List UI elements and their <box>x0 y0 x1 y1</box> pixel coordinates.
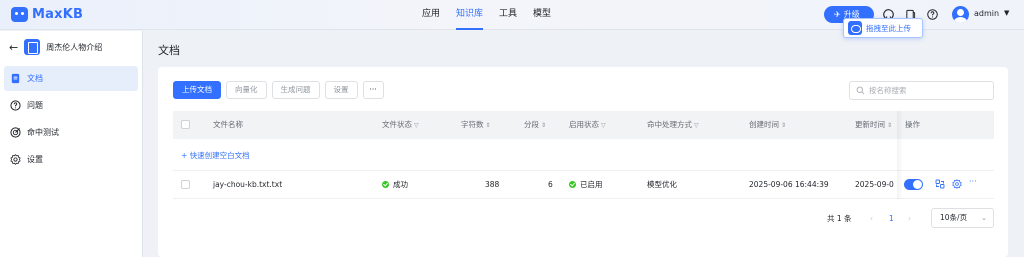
column-chars-label: 字符数 <box>461 120 484 129</box>
sort-icon[interactable]: ⇕ <box>781 122 786 129</box>
prev-page-icon[interactable]: ‹ <box>870 209 873 228</box>
sidebar-item-label: 命中测试 <box>27 128 59 137</box>
cell-status-label: 成功 <box>393 180 408 189</box>
sort-icon[interactable]: ⇕ <box>486 122 491 129</box>
next-page-icon[interactable]: › <box>908 209 911 228</box>
filter-icon[interactable]: ▽ <box>414 122 419 129</box>
filter-icon[interactable]: ▽ <box>601 122 606 129</box>
documents-card: 上传文档 向量化 生成问题 设置 ··· 文件名称 文件状态▽ 字符数⇕ 分段⇕… <box>158 67 1008 257</box>
nav-item-knowledge[interactable]: 知识库 <box>456 0 484 30</box>
cell-enable-status-label: 已启用 <box>580 180 603 189</box>
vectorize-button[interactable]: 向量化 <box>226 81 267 99</box>
cell-name[interactable]: jay-chou-kb.txt.txt <box>213 171 282 198</box>
column-actions-label: 操作 <box>905 120 920 129</box>
column-actions: 操作 <box>905 111 920 139</box>
cell-segments: 6 <box>548 180 553 189</box>
sidebar-item-label: 文档 <box>27 74 43 83</box>
sidebar-item-questions[interactable]: 问题 <box>4 93 138 118</box>
column-created[interactable]: 创建时间 ⇕ <box>749 111 786 139</box>
logo-icon <box>11 7 28 22</box>
column-status[interactable]: 文件状态 ▽ <box>382 111 419 139</box>
cell-hit-handling: 模型优化 <box>647 180 677 189</box>
page-number[interactable]: 1 <box>889 209 894 228</box>
help-icon[interactable] <box>927 9 938 20</box>
check-circle-icon <box>569 181 576 188</box>
cell-enable-status: 已启用 <box>569 171 603 198</box>
column-status-label: 文件状态 <box>382 120 412 129</box>
sidebar: ← 周杰伦人物介绍 文档 问题 命中测试 设置 <box>0 31 143 257</box>
nav-item-models[interactable]: 模型 <box>533 0 551 30</box>
cloud-upload-icon <box>848 21 862 35</box>
column-enable-status-label: 启用状态 <box>569 120 599 129</box>
username[interactable]: admin <box>974 9 999 18</box>
sidebar-menu: 文档 问题 命中测试 设置 <box>4 66 138 174</box>
sort-icon[interactable]: ⇕ <box>887 122 892 129</box>
gear-icon <box>10 154 21 165</box>
rocket-icon: ✈ <box>834 10 841 19</box>
cell-updated: 2025-09-0 <box>855 180 894 189</box>
column-chars[interactable]: 字符数 ⇕ <box>461 111 491 139</box>
select-all-checkbox[interactable] <box>181 120 190 129</box>
gear-icon[interactable] <box>952 179 962 189</box>
column-name-label: 文件名称 <box>213 120 243 129</box>
search-input[interactable] <box>869 86 989 95</box>
pagination-total: 共 1 条 <box>827 214 852 223</box>
knowledge-header: ← 周杰伦人物介绍 <box>9 39 102 55</box>
drag-upload-widget[interactable]: 拖拽至此上传 <box>843 18 923 38</box>
column-updated[interactable]: 更新时间 ⇕ <box>855 111 892 139</box>
search-icon <box>856 86 865 95</box>
success-icon <box>382 181 389 188</box>
app-logo[interactable]: MaxKB <box>11 7 83 22</box>
page-size-select[interactable]: 10条/页 ⌄ <box>931 208 994 228</box>
table-row[interactable]: jay-chou-kb.txt.txt 成功 388 6 已启用 模型优化 20… <box>173 170 994 199</box>
nav-item-tools[interactable]: 工具 <box>499 0 517 30</box>
sidebar-item-label: 问题 <box>27 101 43 110</box>
app-name: MaxKB <box>32 7 84 22</box>
sidebar-item-documents[interactable]: 文档 <box>4 66 138 91</box>
enable-toggle[interactable] <box>904 179 923 190</box>
sidebar-item-hit-test[interactable]: 命中测试 <box>4 120 138 145</box>
knowledge-base-icon <box>24 39 41 55</box>
chevron-down-icon: ⌄ <box>981 214 987 222</box>
drag-upload-label: 拖拽至此上传 <box>866 23 911 33</box>
column-hit-handling[interactable]: 命中处理方式 ▽ <box>647 111 699 139</box>
back-arrow-icon[interactable]: ← <box>9 41 18 54</box>
nav-item-apps[interactable]: 应用 <box>422 0 440 30</box>
filter-icon[interactable]: ▽ <box>694 122 699 129</box>
sidebar-item-settings[interactable]: 设置 <box>4 147 138 172</box>
column-name: 文件名称 <box>213 111 243 139</box>
column-created-label: 创建时间 <box>749 120 779 129</box>
generate-questions-button[interactable]: 生成问题 <box>271 81 320 99</box>
table-header: 文件名称 文件状态 ▽ 字符数 ⇕ 分段 ⇕ 启用状态 ▽ 命中处理方式 ▽ 创建时间 ⇕ … <box>173 111 994 139</box>
search-box <box>849 81 994 100</box>
column-updated-label: 更新时间 <box>855 120 885 129</box>
cell-created: 2025-09-06 16:44:39 <box>749 180 829 189</box>
settings-button[interactable]: 设置 <box>324 81 358 99</box>
user-avatar[interactable] <box>952 6 969 23</box>
page-title: 文档 <box>158 44 180 57</box>
page-size-value: 10条/页 <box>940 213 968 222</box>
knowledge-name: 周杰伦人物介绍 <box>46 42 103 52</box>
more-actions-icon[interactable]: ··· <box>969 177 979 187</box>
toolbar: 上传文档 向量化 生成问题 设置 ··· <box>173 81 389 99</box>
target-icon <box>10 127 21 138</box>
column-segments[interactable]: 分段 ⇕ <box>524 111 546 139</box>
column-hit-handling-label: 命中处理方式 <box>647 120 692 129</box>
sync-icon[interactable] <box>935 179 945 189</box>
upload-document-button[interactable]: 上传文档 <box>173 81 221 99</box>
row-checkbox[interactable] <box>181 180 190 189</box>
more-button[interactable]: ··· <box>362 81 384 99</box>
document-icon <box>11 73 20 84</box>
cell-status: 成功 <box>382 171 408 198</box>
chevron-down-icon[interactable]: ▼ <box>1004 9 1009 17</box>
sidebar-item-label: 设置 <box>27 155 43 164</box>
quick-create-link[interactable]: + 快速创建空白文档 <box>181 150 250 161</box>
column-segments-label: 分段 <box>524 120 539 129</box>
column-enable-status[interactable]: 启用状态 ▽ <box>569 111 606 139</box>
fixed-column-shadow <box>897 111 903 199</box>
cell-chars: 388 <box>485 180 500 189</box>
main-nav: 应用 知识库 工具 模型 <box>422 0 567 30</box>
question-circle-icon <box>10 100 21 111</box>
sort-icon[interactable]: ⇕ <box>541 122 546 129</box>
